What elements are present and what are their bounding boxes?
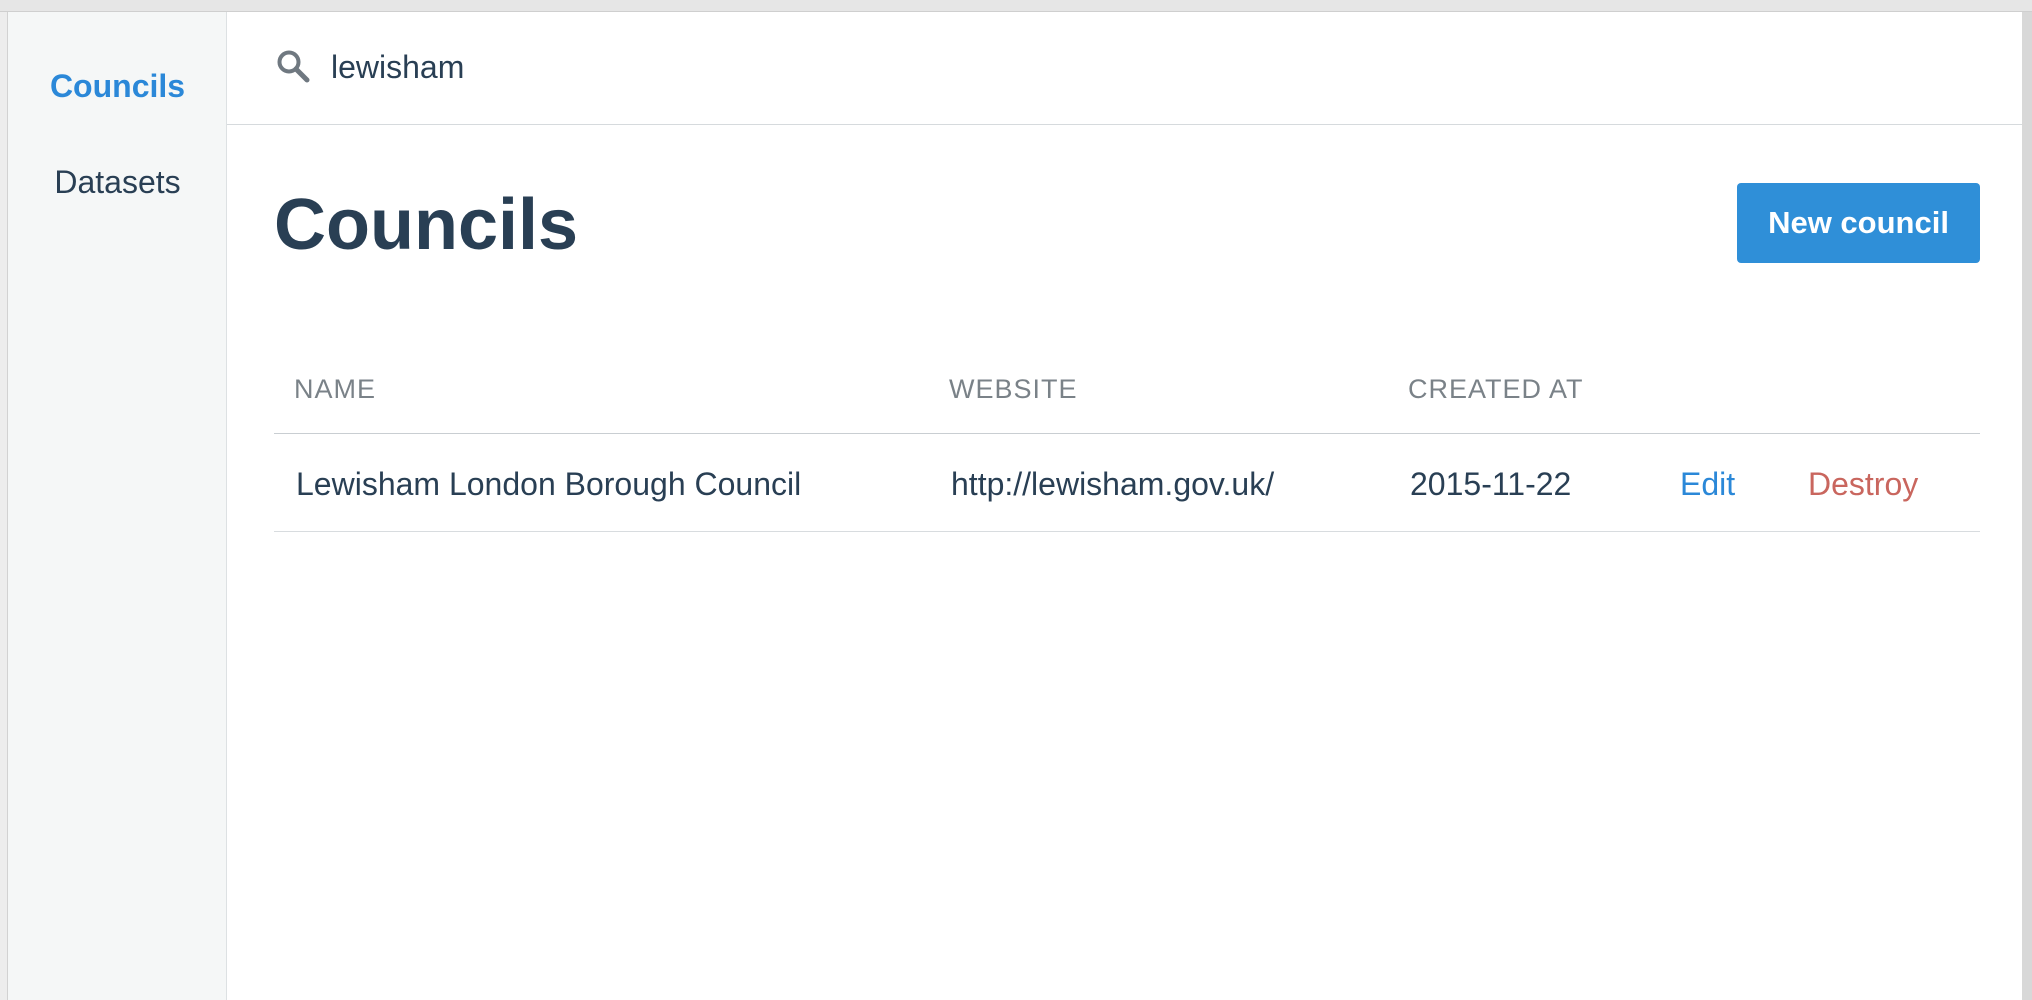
table-header: NAME WEBSITE CREATED AT [274,352,1980,434]
sidebar: Councils Datasets [8,12,227,1000]
page-title: Councils [274,185,579,265]
council-website-cell: http://lewisham.gov.uk/ [951,466,1275,502]
council-created-at-cell: 2015-11-22 [1410,466,1572,502]
councils-table: NAME WEBSITE CREATED AT Lewisham London … [274,352,1980,532]
edit-link[interactable]: Edit [1680,464,1735,504]
search-bar [227,12,2022,125]
search-icon[interactable] [275,48,311,84]
new-council-button[interactable]: New council [1737,183,1980,263]
table-row: Lewisham London Borough Council http://l… [274,434,1980,532]
window-edge-right [2022,12,2032,1000]
window-edge [0,12,8,1000]
column-header-website[interactable]: WEBSITE [949,374,1078,405]
sidebar-item-councils[interactable]: Councils [8,66,227,106]
browser-chrome-strip [0,0,2032,12]
search-input[interactable] [331,42,1531,92]
destroy-link[interactable]: Destroy [1808,464,1918,504]
column-header-name[interactable]: NAME [294,374,376,405]
sidebar-item-datasets[interactable]: Datasets [8,162,227,202]
column-header-created-at[interactable]: CREATED AT [1408,374,1584,405]
main-content: Councils New council NAME WEBSITE CREATE… [227,12,2022,1000]
council-name-cell[interactable]: Lewisham London Borough Council [296,464,801,504]
